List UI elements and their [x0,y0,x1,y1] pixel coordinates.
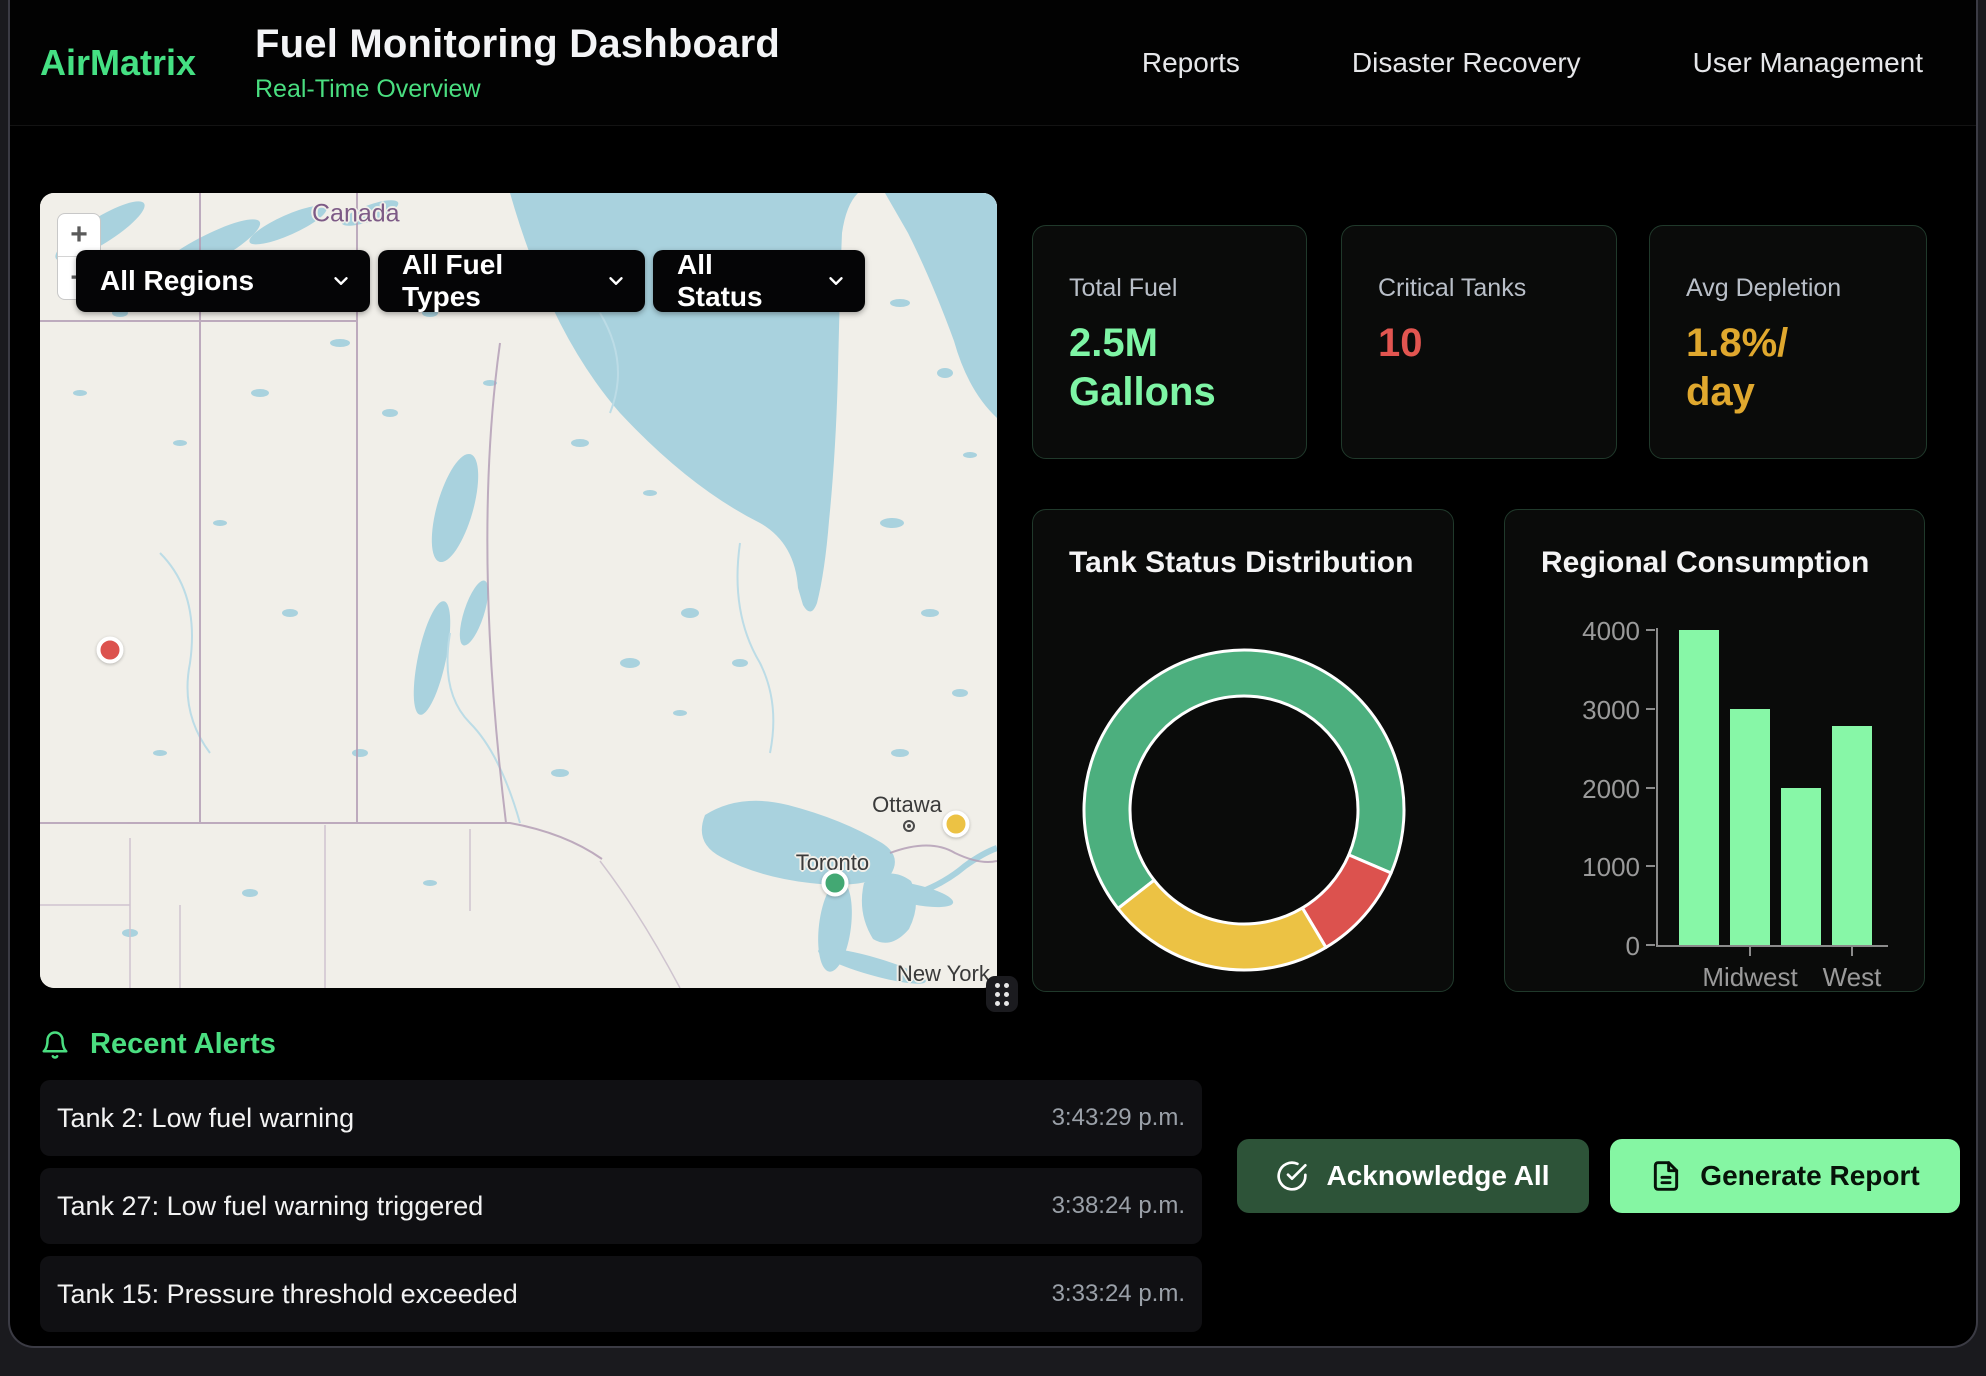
app-header: AirMatrix Fuel Monitoring Dashboard Real… [10,0,1976,126]
alert-message: Tank 15: Pressure threshold exceeded [57,1279,518,1310]
map-marker-normal[interactable] [822,870,849,897]
main-nav: Reports Disaster Recovery User Managemen… [1142,0,1923,125]
file-text-icon [1650,1160,1682,1192]
y-axis-tick-label: 1000 [1505,852,1640,883]
map-resize-handle[interactable] [986,976,1018,1012]
donut-chart-title: Tank Status Distribution [1069,546,1413,580]
status-filter-dropdown[interactable]: All Status [653,250,865,312]
x-axis-tick-label: West [1782,962,1922,993]
dashboard-window: AirMatrix Fuel Monitoring Dashboard Real… [8,0,1978,1348]
stat-label: Total Fuel [1069,274,1270,303]
regional-consumption-chart-card: Regional Consumption 01000200030004000Mi… [1504,509,1925,992]
map-marker-warning[interactable] [942,811,969,838]
title-block: Fuel Monitoring Dashboard Real-Time Over… [255,22,780,104]
stat-card-critical-tanks: Critical Tanks 10 [1341,225,1617,459]
status-filter-value: All Status [677,249,799,313]
y-axis-tick-mark [1646,865,1655,867]
bar-west [1832,726,1872,945]
nav-item-reports[interactable]: Reports [1142,47,1240,79]
acknowledge-all-label: Acknowledge All [1326,1160,1549,1192]
y-axis-tick-mark [1646,787,1655,789]
stat-card-total-fuel: Total Fuel 2.5M Gallons [1032,225,1307,459]
acknowledge-all-button[interactable]: Acknowledge All [1237,1139,1589,1213]
bar-chart: 01000200030004000MidwestWest [1505,510,1924,991]
x-axis-tick-mark [1749,947,1751,956]
map-label-new-york: New York [897,961,990,987]
bar-midwest [1730,709,1770,945]
fuel-type-filter-value: All Fuel Types [402,249,579,313]
region-filter-dropdown[interactable]: All Regions [76,250,370,312]
alert-timestamp: 3:33:24 p.m. [1052,1280,1185,1308]
nav-item-user-management[interactable]: User Management [1693,47,1923,79]
alert-row[interactable]: Tank 27: Low fuel warning triggered 3:38… [40,1168,1202,1244]
stat-label: Critical Tanks [1378,274,1580,303]
alert-timestamp: 3:38:24 p.m. [1052,1192,1185,1220]
alert-timestamp: 3:43:29 p.m. [1052,1104,1185,1132]
y-axis-tick-label: 4000 [1505,616,1640,647]
map-label-canada: Canada [312,199,400,228]
y-axis-line [1656,628,1658,947]
bar-region-3 [1781,788,1821,946]
y-axis-tick-label: 3000 [1505,695,1640,726]
chevron-down-icon [825,270,847,292]
map-canvas[interactable]: CanadaOttawaTorontoNew York + − All Regi… [40,193,997,988]
chevron-down-icon [330,270,352,292]
stat-card-avg-depletion: Avg Depletion 1.8%/ day [1649,225,1927,459]
donut-segment-warning [1118,880,1326,970]
map-filter-bar: All Regions All Fuel Types All Status [76,250,865,312]
y-axis-tick-label: 2000 [1505,774,1640,805]
nav-item-disaster-recovery[interactable]: Disaster Recovery [1352,47,1581,79]
brand-logo: AirMatrix [10,42,255,84]
tank-status-chart-card: Tank Status Distribution [1032,509,1454,992]
map-label-ottawa: Ottawa [872,792,942,818]
stat-label: Avg Depletion [1686,274,1890,303]
stat-value-total-fuel: 2.5M Gallons [1069,319,1270,417]
y-axis-tick-label: 0 [1505,931,1640,962]
alerts-title: Recent Alerts [90,1028,276,1061]
x-axis-line [1656,945,1888,947]
stat-value-avg-depletion: 1.8%/ day [1686,319,1890,417]
y-axis-tick-mark [1646,708,1655,710]
fuel-type-filter-dropdown[interactable]: All Fuel Types [378,250,645,312]
region-filter-value: All Regions [100,265,254,297]
bar-region-1 [1679,630,1719,945]
donut-chart [1074,640,1414,980]
generate-report-button[interactable]: Generate Report [1610,1139,1960,1213]
check-circle-icon [1276,1160,1308,1192]
page-subtitle: Real-Time Overview [255,75,780,104]
stat-value-critical-tanks: 10 [1378,319,1580,368]
page-title: Fuel Monitoring Dashboard [255,22,780,67]
alert-message: Tank 27: Low fuel warning triggered [57,1191,483,1222]
alert-message: Tank 2: Low fuel warning [57,1103,354,1134]
alert-row[interactable]: Tank 15: Pressure threshold exceeded 3:3… [40,1256,1202,1332]
y-axis-tick-mark [1646,629,1655,631]
bell-icon [40,1030,70,1060]
x-axis-tick-mark [1851,947,1853,956]
alert-row[interactable]: Tank 2: Low fuel warning 3:43:29 p.m. [40,1080,1202,1156]
y-axis-tick-mark [1646,944,1655,946]
alerts-header: Recent Alerts [40,1028,276,1061]
chevron-down-icon [605,270,627,292]
map-marker-critical[interactable] [96,637,123,664]
generate-report-label: Generate Report [1700,1160,1919,1192]
city-marker-ottawa [903,820,915,832]
